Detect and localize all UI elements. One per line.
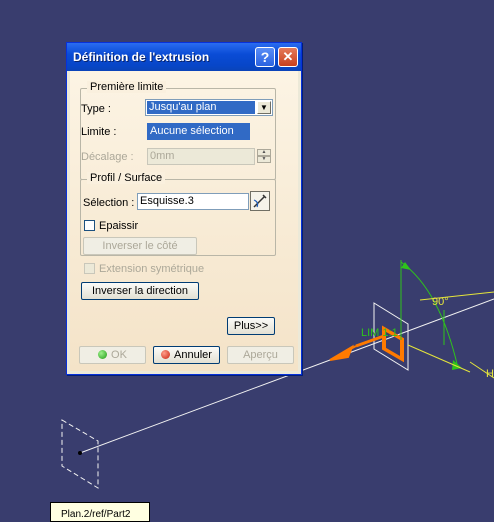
h-label: H — [486, 368, 494, 380]
spin-up-icon[interactable]: ▲ — [257, 149, 271, 156]
spin-down-icon[interactable]: ▼ — [257, 156, 271, 163]
first-limit-legend: Première limite — [87, 81, 167, 93]
offset-field[interactable]: 0mm — [147, 148, 255, 165]
plane-tooltip: Plan.2/ref/Part2 — [50, 502, 150, 522]
yellow-line-mid — [407, 344, 471, 373]
cancel-icon — [161, 350, 171, 359]
symmetric-label: Extension symétrique — [99, 263, 205, 275]
chevron-down-icon[interactable]: ▼ — [257, 101, 271, 114]
thicken-label: Epaissir — [99, 220, 139, 232]
invert-direction-button[interactable]: Inverser la direction — [81, 282, 199, 300]
limit-field[interactable]: Aucune sélection — [147, 123, 250, 140]
ok-icon — [98, 350, 108, 359]
selection-field[interactable]: Esquisse.3 — [137, 193, 249, 210]
dialog-titlebar[interactable]: Définition de l'extrusion ? ✕ — [67, 43, 301, 71]
type-label: Type : — [81, 103, 111, 115]
angle-arc — [400, 261, 459, 369]
limit-label-text: Limite : — [81, 126, 117, 138]
selection-label: Sélection : — [83, 197, 135, 209]
dialog-client: Première limite Type : Jusqu'au plan ▼ L… — [70, 71, 298, 371]
direction-arrow — [329, 344, 357, 361]
type-dropdown[interactable]: Jusqu'au plan ▼ — [145, 99, 273, 116]
invert-side-button[interactable]: Inverser le côté — [83, 237, 197, 255]
type-dropdown-value: Jusqu'au plan — [147, 101, 255, 114]
sketch-edit-icon[interactable] — [250, 191, 270, 211]
extrusion-dialog: Définition de l'extrusion ? ✕ Première l… — [66, 42, 302, 375]
offset-label: Décalage : — [81, 151, 134, 163]
preview-button[interactable]: Aperçu — [227, 346, 294, 364]
dialog-title: Définition de l'extrusion — [73, 50, 210, 64]
thicken-checkbox[interactable] — [84, 220, 95, 231]
ok-button[interactable]: OK — [79, 346, 146, 364]
symmetric-checkbox[interactable] — [84, 263, 95, 274]
cancel-button-label: Annuler — [174, 349, 212, 361]
profile-legend: Profil / Surface — [87, 172, 166, 184]
help-button[interactable]: ? — [255, 47, 275, 67]
offset-spinner[interactable]: ▲ ▼ — [257, 149, 271, 164]
close-button[interactable]: ✕ — [278, 47, 298, 67]
more-button[interactable]: Plus>> — [227, 317, 275, 335]
ok-button-label: OK — [111, 349, 127, 361]
angle-label: 90° — [432, 296, 449, 308]
limit-label: LIM 1:1 — [361, 327, 398, 339]
sketch-point — [78, 451, 82, 455]
cancel-button[interactable]: Annuler — [153, 346, 220, 364]
